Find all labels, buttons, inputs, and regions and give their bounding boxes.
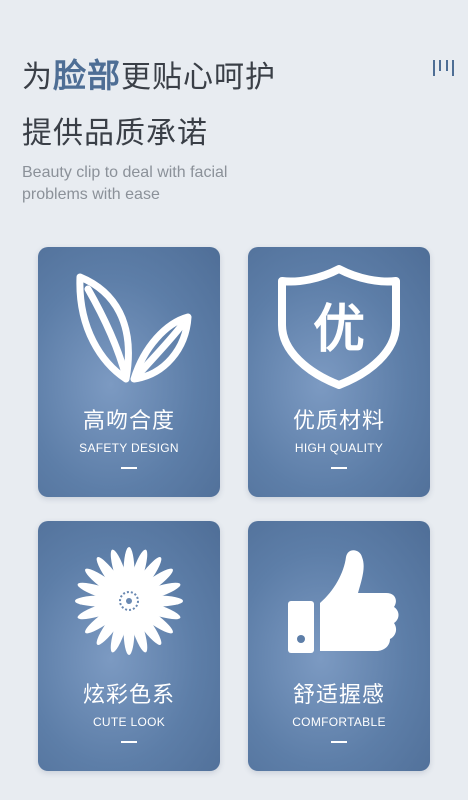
headline-emphasis: 脸部 <box>53 56 121 95</box>
card-title-cn: 舒适握感 <box>292 683 385 708</box>
card-divider <box>331 467 347 469</box>
shield-icon: 优 <box>278 265 400 389</box>
card-divider <box>121 741 137 743</box>
headline-line-1: 为脸部更贴心呵护 <box>22 56 276 98</box>
headline-suffix: 更贴心呵护 <box>121 60 276 95</box>
card-title-en: CUTE LOOK <box>92 715 166 729</box>
card-divider <box>121 467 137 469</box>
feature-card-cute-look: 炫彩色系 CUTE LOOK <box>38 521 220 771</box>
feature-card-high-quality: 优 优质材料 HIGH QUALITY <box>248 247 430 497</box>
card-title-en: SAFETY DESIGN <box>79 441 179 455</box>
card-title-en: COMFORTABLE <box>292 715 386 729</box>
card-divider <box>331 741 347 743</box>
feature-card-comfortable: 舒适握感 COMFORTABLE <box>248 521 430 771</box>
card-title-en: HIGH QUALITY <box>294 441 384 455</box>
headline-prefix: 为 <box>22 60 53 95</box>
leaf-icon <box>76 273 192 383</box>
card-title-cn: 炫彩色系 <box>82 683 175 708</box>
headline: 为脸部更贴心呵护 提供品质承诺 <box>22 56 276 154</box>
feature-card-safety-design: 高吻合度 SAFETY DESIGN <box>38 247 220 497</box>
card-title-cn: 高吻合度 <box>82 409 175 434</box>
flower-icon <box>75 547 183 655</box>
shield-badge: 优 <box>313 300 365 360</box>
thumbs-up-icon <box>288 550 399 653</box>
headline-line-2: 提供品质承诺 <box>22 116 208 151</box>
subtitle: Beauty clip to deal with facial problems… <box>22 164 228 203</box>
card-title-cn: 优质材料 <box>292 409 385 434</box>
bars-icon <box>433 60 454 76</box>
